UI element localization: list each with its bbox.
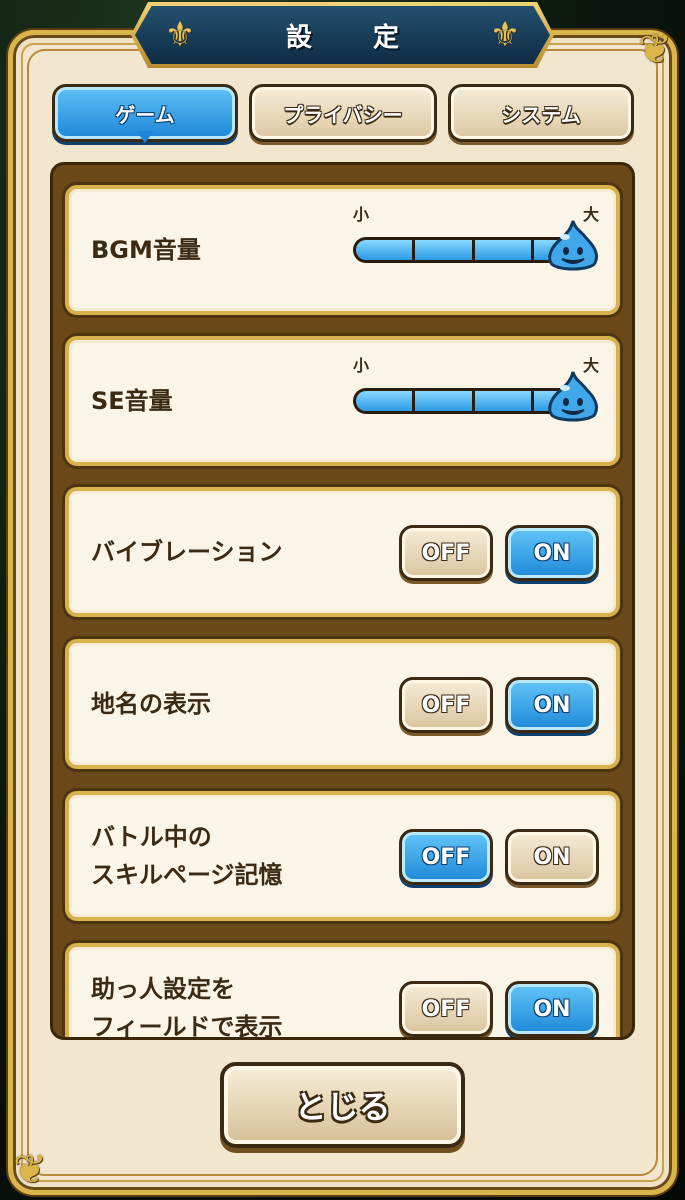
setting-label: BGM音量 (91, 236, 201, 264)
vibration-off-button[interactable]: OFF (399, 525, 493, 581)
tab-privacy[interactable]: プライバシー (249, 84, 437, 142)
tab-system-label: システム (501, 102, 581, 127)
setting-se-volume: SE音量 小 大 (65, 336, 620, 466)
active-tab-pointer (136, 131, 154, 143)
setting-vibration: バイブレーション OFF ON (65, 487, 620, 617)
setting-place-name: 地名の表示 OFF ON (65, 639, 620, 769)
setting-label: 地名の表示 (91, 690, 211, 718)
ornament-top-right-icon: ❦ (638, 27, 672, 73)
tab-privacy-label: プライバシー (283, 102, 403, 127)
slime-icon[interactable] (545, 219, 601, 275)
page-title: 設 定 (285, 22, 426, 53)
setting-label: 助っ人設定を フィールドで表示 (91, 975, 283, 1040)
place-name-on-button[interactable]: ON (505, 677, 599, 733)
helper-field-on-button[interactable]: ON (505, 981, 599, 1037)
close-button[interactable]: とじる (220, 1062, 465, 1148)
place-name-off-button[interactable]: OFF (399, 677, 493, 733)
slime-icon[interactable] (545, 370, 601, 426)
setting-helper-field-display: 助っ人設定を フィールドで表示 OFF ON (65, 943, 620, 1040)
title-plate: ⚜ ⚜ 設 定 (131, 2, 554, 68)
setting-label: バトル中の スキルページ記憶 (91, 823, 283, 889)
skill-memory-off-button[interactable]: OFF (399, 829, 493, 885)
settings-list[interactable]: BGM音量 小 大 SE音量 小 大 バイブレーション OFF ON 地名の表示… (50, 162, 635, 1040)
slider-min-label: 小 (353, 205, 370, 224)
setting-skill-page-memory: バトル中の スキルページ記憶 OFF ON (65, 791, 620, 921)
helper-field-off-button[interactable]: OFF (399, 981, 493, 1037)
slider-min-label: 小 (353, 356, 370, 375)
setting-label: SE音量 (91, 387, 173, 415)
tab-game-label: ゲーム (115, 102, 175, 127)
tab-system[interactable]: システム (448, 84, 634, 142)
vibration-on-button[interactable]: ON (505, 525, 599, 581)
ornament-bottom-left-icon: ❦ (13, 1147, 47, 1193)
skill-memory-on-button[interactable]: ON (505, 829, 599, 885)
setting-bgm-volume: BGM音量 小 大 (65, 185, 620, 315)
setting-label: バイブレーション (91, 538, 283, 566)
